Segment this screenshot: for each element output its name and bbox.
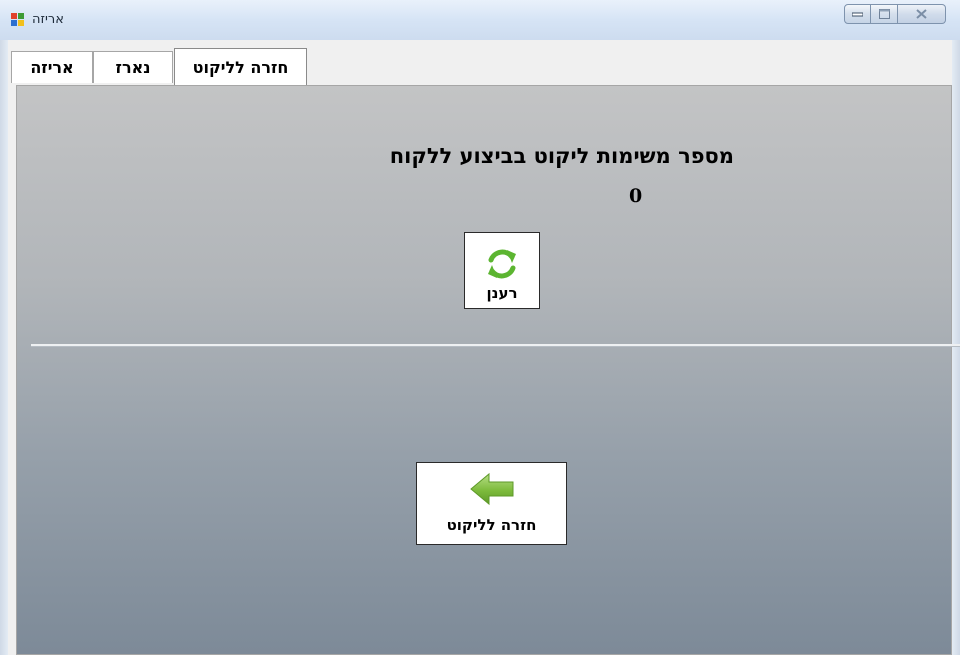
minimize-icon xyxy=(852,12,863,17)
refresh-button-label: רענן xyxy=(486,284,518,302)
tab-return-to-picking[interactable]: חזרה לליקוט xyxy=(174,48,307,86)
window-frame-right xyxy=(952,40,960,655)
tab-packed[interactable]: נארז xyxy=(93,51,173,83)
tab-page-return-to-picking: מספר משימות ליקוט בביצוע ללקוח 0 רענן חז… xyxy=(16,85,960,655)
picking-tasks-count: 0 xyxy=(629,185,643,207)
maximize-icon xyxy=(878,9,890,19)
client-area: אריזה נארז חזרה לליקוט מספר משימות ליקוט… xyxy=(8,40,960,655)
return-to-picking-label: חזרה לליקוט xyxy=(446,516,537,534)
refresh-icon xyxy=(488,249,516,279)
arrow-left-icon xyxy=(470,472,514,506)
tab-packing[interactable]: אריזה xyxy=(11,51,93,83)
title-bar[interactable]: אריזה xyxy=(0,0,960,40)
app-icon xyxy=(11,13,24,26)
return-to-picking-button[interactable]: חזרה לליקוט xyxy=(416,462,567,545)
tab-strip: אריזה נארז חזרה לליקוט xyxy=(8,40,952,86)
window-frame-left xyxy=(0,40,8,655)
minimize-button[interactable] xyxy=(844,4,871,24)
maximize-button[interactable] xyxy=(871,4,898,24)
close-button[interactable] xyxy=(898,4,946,24)
window-title: אריזה xyxy=(32,12,64,27)
window-controls xyxy=(844,4,946,26)
section-divider xyxy=(31,344,960,347)
picking-tasks-heading: מספר משימות ליקוט בביצוע ללקוח xyxy=(389,144,734,168)
close-icon xyxy=(916,9,927,19)
application-window: אריזה אריזה נארז חזרה לליקוט מספר משימות… xyxy=(0,0,960,655)
refresh-button[interactable]: רענן xyxy=(464,232,540,309)
